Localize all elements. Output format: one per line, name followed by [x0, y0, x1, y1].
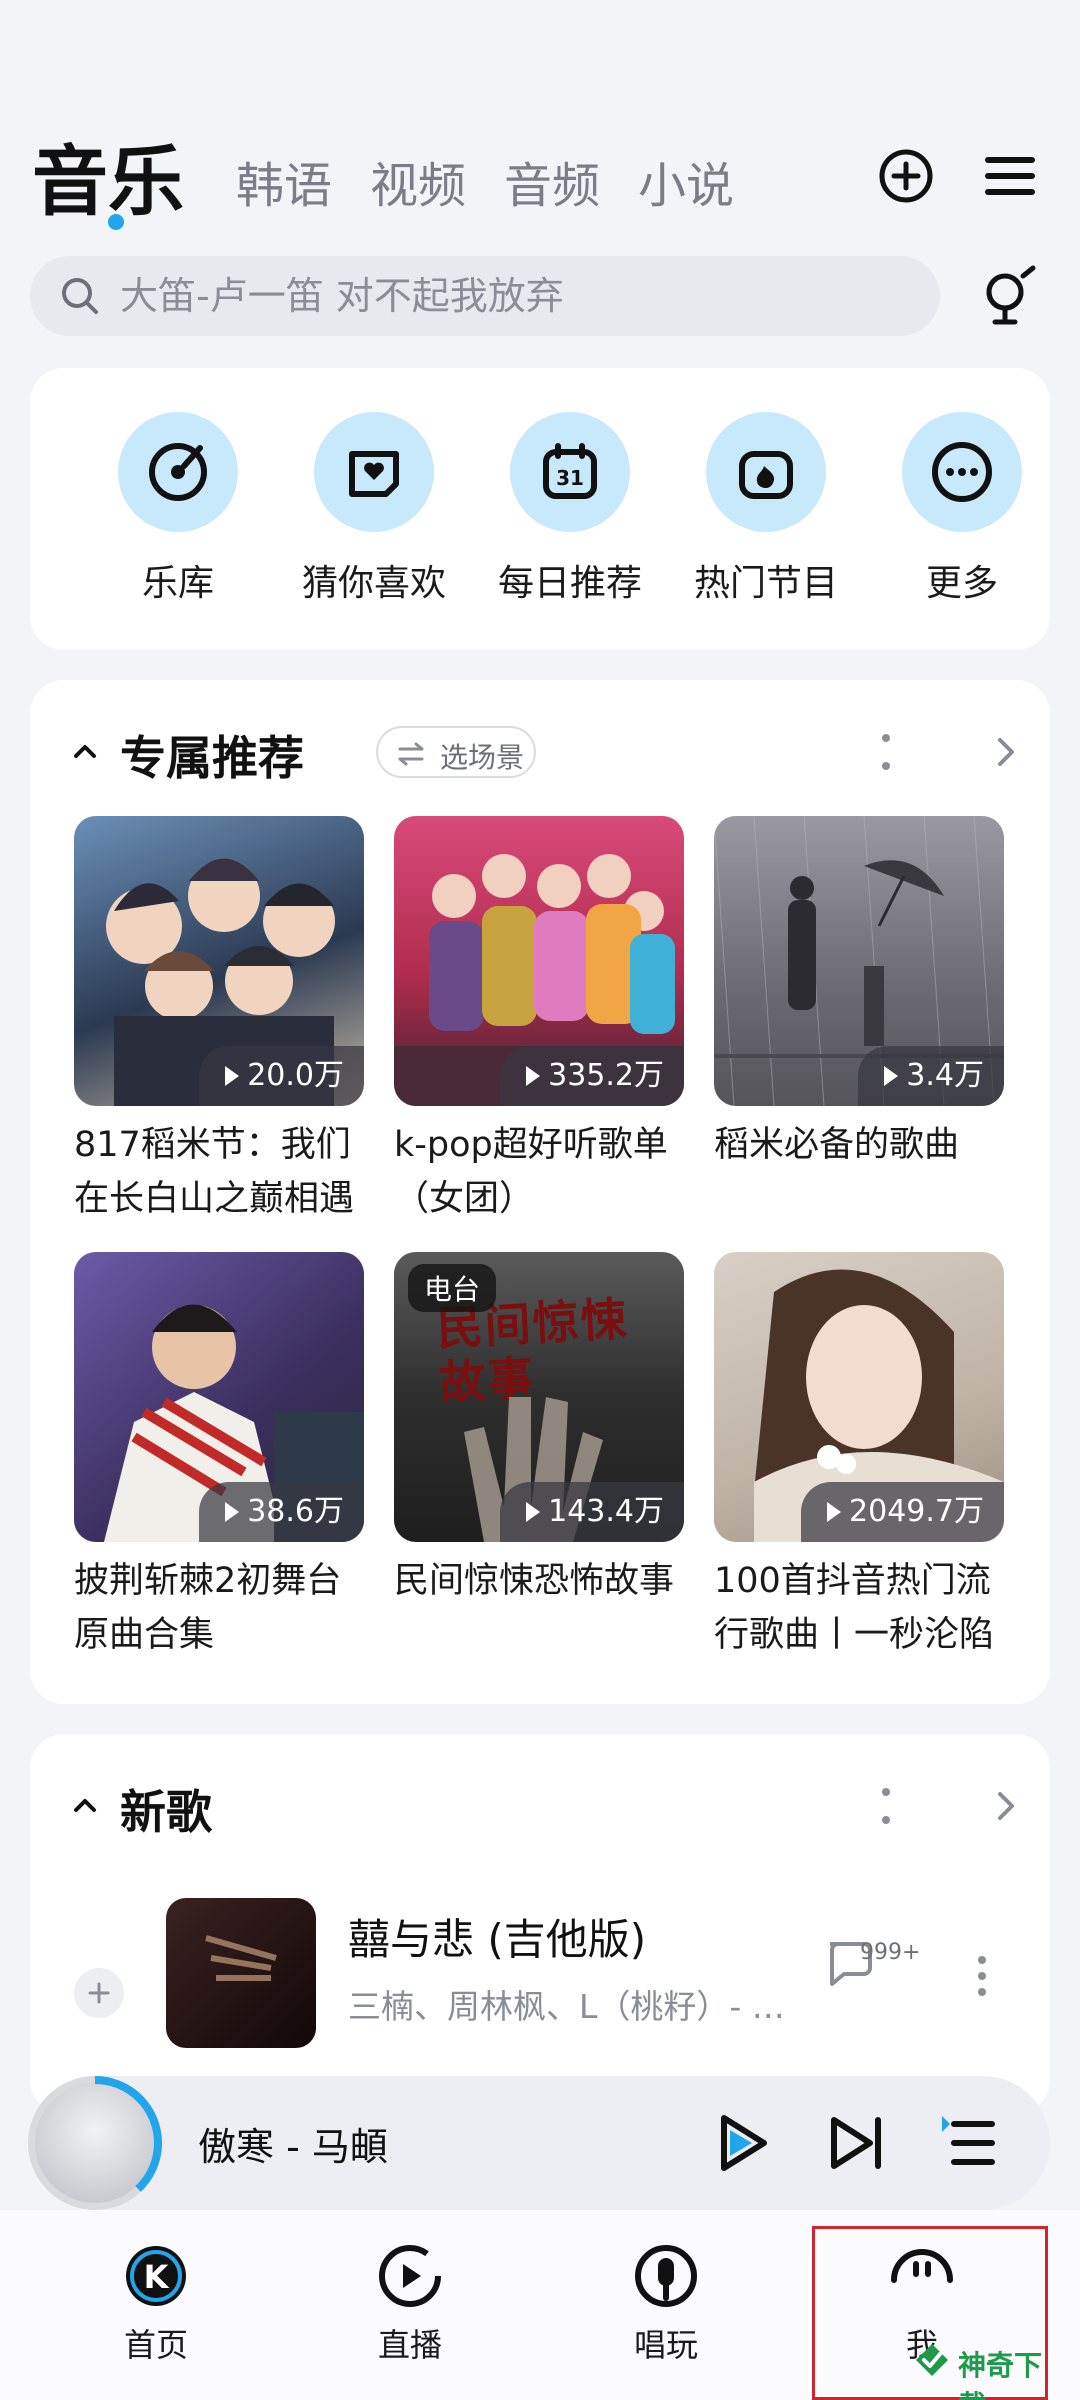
tab-music[interactable]: 音乐: [32, 120, 184, 230]
watermark-logo-icon: [916, 2344, 948, 2376]
tab-video[interactable]: 视频: [370, 146, 466, 216]
quick-entry-label: 更多: [925, 563, 998, 604]
mini-player[interactable]: 傲寒 - 马頔: [28, 2076, 1050, 2210]
nav-label: 首页: [123, 2326, 188, 2364]
plus-icon: [88, 1982, 110, 2004]
section-header: 专属推荐 选场景: [68, 722, 1018, 785]
watermark: 神奇下载: [912, 2332, 1062, 2400]
add-song-button[interactable]: [74, 1968, 124, 2018]
choose-scene-chip[interactable]: 选场景: [376, 726, 536, 778]
playlist-tile[interactable]: 20.0万 817稻米节：我们在长白山之巅相遇: [74, 816, 364, 1226]
playlist-title: 817稻米节：我们在长白山之巅相遇: [74, 1125, 355, 1219]
playlist-tile[interactable]: 38.6万 披荆斩棘2初舞台原曲合集: [74, 1252, 364, 1662]
chevron-up-icon[interactable]: [68, 1788, 102, 1822]
quick-entry-guess-you-like[interactable]: 猜你喜欢: [284, 412, 464, 606]
playlist-title: 稻米必备的歌曲: [714, 1125, 960, 1165]
home-k-logo-icon: K: [126, 2246, 186, 2306]
tab-novel[interactable]: 小说: [638, 146, 734, 216]
nav-label: 直播: [377, 2326, 442, 2364]
heart-box-icon: [349, 451, 399, 497]
nav-home[interactable]: K 首页: [76, 2240, 236, 2366]
active-tab-indicator: [108, 214, 124, 230]
playlist-title: k-pop超好听歌单（女团）: [394, 1125, 668, 1219]
play-icon[interactable]: [708, 2110, 774, 2176]
more-dots-icon: [932, 442, 992, 502]
album-art: [205, 1935, 277, 1981]
nav-live[interactable]: 直播: [330, 2240, 490, 2366]
song-cover[interactable]: [166, 1898, 316, 2048]
svg-text:31: 31: [556, 466, 584, 490]
flame-icon: [739, 451, 793, 499]
top-tab-bar: 音乐 韩语 视频 音频 小说: [0, 110, 1080, 230]
comment-count: 999+: [860, 1940, 921, 1965]
play-count-badge: 143.4万: [500, 1482, 684, 1542]
quick-entry-card: 乐库 猜你喜欢 31 每日推荐 热门节目 更多: [30, 368, 1050, 650]
menu-icon[interactable]: [980, 146, 1040, 206]
quick-entry-label: 每日推荐: [497, 563, 642, 604]
svg-text:K: K: [144, 2258, 170, 2296]
quick-entry-label: 猜你喜欢: [301, 563, 446, 604]
play-count-badge: 38.6万: [199, 1482, 364, 1542]
microphone-circle-icon: [635, 2245, 697, 2307]
search-bar[interactable]: [30, 256, 940, 336]
play-count-badge: 3.4万: [858, 1046, 1004, 1106]
playlist-title: 民间惊悚恐怖故事: [394, 1561, 675, 1601]
playlist-title: 披荆斩棘2初舞台原曲合集: [74, 1561, 342, 1655]
playlist-cover: 2049.7万: [714, 1252, 1004, 1542]
quick-entry-library[interactable]: 乐库: [88, 412, 268, 606]
playlist-cover: 38.6万: [74, 1252, 364, 1542]
playlist-tile[interactable]: 3.4万 稻米必备的歌曲: [714, 816, 1004, 1172]
chip-label: 选场景: [440, 741, 525, 774]
section-header: 新歌: [68, 1776, 1018, 1839]
quick-entry-hot-programs[interactable]: 热门节目: [676, 412, 856, 606]
playlist-title: 100首抖音热门流行歌曲丨一秒沦陷: [714, 1561, 995, 1655]
add-circle-icon[interactable]: [876, 146, 936, 206]
more-vertical-icon[interactable]: [876, 730, 896, 774]
playlist-tile[interactable]: 335.2万 k-pop超好听歌单（女团）: [394, 816, 684, 1226]
new-songs-card: 新歌 囍与悲 (吉他版) 三楠、周林枫、L（桃籽）- 囍与悲 999+: [30, 1734, 1050, 2114]
nav-label: 唱玩: [633, 2326, 698, 2364]
section-title: 新歌: [120, 1785, 212, 1839]
chevron-up-icon[interactable]: [68, 734, 102, 768]
next-track-icon[interactable]: [824, 2110, 890, 2176]
search-icon: [62, 278, 98, 314]
tab-korean[interactable]: 韩语: [236, 146, 332, 216]
vinyl-icon: [149, 443, 207, 501]
search-input[interactable]: [120, 256, 920, 336]
more-vertical-icon[interactable]: [972, 1954, 992, 1998]
playlist-icon[interactable]: [936, 2110, 1002, 2176]
live-play-icon: [379, 2245, 441, 2307]
nav-sing[interactable]: 唱玩: [586, 2240, 746, 2366]
playlist-cover: 民间惊悚故事 电台 143.4万: [394, 1252, 684, 1542]
quick-entry-label: 热门节目: [693, 563, 838, 604]
play-count-badge: 20.0万: [199, 1046, 364, 1106]
exclusive-recommend-card: 专属推荐 选场景 20.0万 817稻米节：我们在长白山之巅相遇 335.2万 …: [30, 680, 1050, 1704]
section-title: 专属推荐: [120, 731, 304, 785]
radio-badge: 电台: [408, 1264, 497, 1312]
play-count-badge: 335.2万: [500, 1046, 684, 1106]
playlist-cover: 335.2万: [394, 816, 684, 1106]
playlist-cover: 20.0万: [74, 816, 364, 1106]
swap-icon: [398, 742, 424, 766]
quick-entry-more[interactable]: 更多: [872, 412, 1052, 606]
song-artists: 三楠、周林枫、L（桃籽）- 囍与悲: [348, 1987, 788, 2026]
tab-audio[interactable]: 音频: [504, 146, 600, 216]
calendar-icon: 31: [543, 443, 597, 499]
playback-progress-ring: [28, 2076, 162, 2210]
more-vertical-icon[interactable]: [876, 1784, 896, 1828]
play-count-badge: 2049.7万: [801, 1482, 1004, 1542]
microphone-icon[interactable]: [975, 262, 1045, 332]
chevron-right-icon[interactable]: [988, 732, 1022, 772]
playlist-cover: 3.4万: [714, 816, 1004, 1106]
quick-entry-daily[interactable]: 31 每日推荐: [480, 412, 660, 606]
playlist-tile[interactable]: 民间惊悚故事 电台 143.4万 民间惊悚恐怖故事: [394, 1252, 684, 1608]
playlist-tile[interactable]: 2049.7万 100首抖音热门流行歌曲丨一秒沦陷: [714, 1252, 1004, 1662]
quick-entry-label: 乐库: [141, 563, 214, 604]
watermark-text: 神奇下载: [958, 2349, 1043, 2400]
song-title[interactable]: 囍与悲 (吉他版): [348, 1906, 646, 1967]
now-playing-track: 傲寒 - 马頔: [198, 2125, 388, 2169]
chevron-right-icon[interactable]: [988, 1786, 1022, 1826]
